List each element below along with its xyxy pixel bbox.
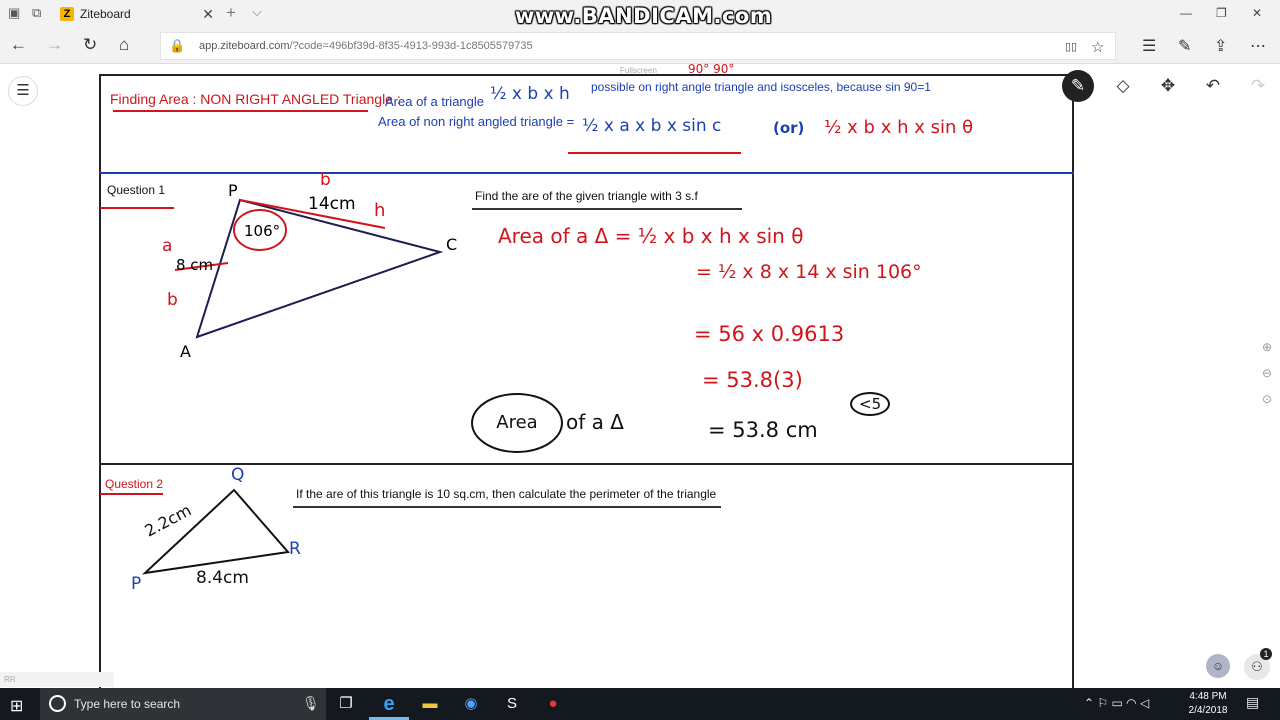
skype-icon[interactable]: S xyxy=(496,692,528,716)
side-pr-label: 8.4cm xyxy=(196,568,249,588)
new-tab-button[interactable]: + xyxy=(226,3,236,23)
side-b-mark: b xyxy=(167,290,178,310)
hub-icon[interactable]: ☰ xyxy=(1142,36,1156,56)
cortana-icon xyxy=(49,695,66,712)
undo-button[interactable]: ↶ xyxy=(1197,70,1229,102)
tab-preview-icon[interactable]: ⧉ xyxy=(32,5,41,21)
url-text[interactable]: app.ziteboard.com/?code=496bf39d-8f35-49… xyxy=(199,40,533,52)
back-icon[interactable]: ← xyxy=(10,35,27,55)
vertex-p-label: P xyxy=(131,574,142,594)
more-options-icon[interactable]: ⋯ xyxy=(1250,36,1266,56)
vertex-r-label: R xyxy=(289,539,301,559)
windows-start-icon[interactable]: ⊞ xyxy=(10,696,23,716)
area-note-rest: of a Δ xyxy=(566,410,624,434)
zoom-in-icon[interactable]: ⊕ xyxy=(1256,340,1278,360)
lock-icon: 🔒 xyxy=(169,38,186,53)
triangle-pac-diagram xyxy=(174,198,444,339)
vertex-p-label: P xyxy=(228,181,238,200)
side-a-mark: a xyxy=(162,236,173,256)
section-title: Finding Area : NON RIGHT ANGLED Triangle… xyxy=(110,91,401,107)
microphone-icon[interactable]: 🎙 xyxy=(302,695,320,712)
close-window-button[interactable]: ✕ xyxy=(1252,6,1262,20)
tab-manager-icon[interactable]: ▣ xyxy=(8,5,20,21)
windows-taskbar: ⊞ Type here to search 🎙 ❐ e ▬ ◉ S ● ⌃ ⚐ … xyxy=(0,688,1280,720)
browser-app-icon[interactable]: ◉ xyxy=(455,692,487,716)
user-avatar[interactable]: ☺ xyxy=(1206,654,1230,678)
zoom-fit-icon[interactable]: ⊖ xyxy=(1256,366,1278,386)
taskbar-search-box[interactable]: Type here to search 🎙 xyxy=(40,688,326,720)
taskbar-clock[interactable]: 4:48 PM 2/4/2018 xyxy=(1184,690,1232,718)
vertex-q-label: Q xyxy=(231,465,245,485)
eraser-tool-button[interactable]: ◇ xyxy=(1107,70,1139,102)
header-note: possible on right angle triangle and iso… xyxy=(591,80,931,94)
rounding-mark: <5 xyxy=(850,392,891,416)
or-label: (or) xyxy=(773,119,805,137)
web-notes-icon[interactable]: ✎ xyxy=(1178,36,1191,56)
ziteboard-logo-icon: Z xyxy=(60,7,74,21)
footer-label: RR xyxy=(0,672,114,687)
browser-nav-bar: ← → ↻ ⌂ 🔒 app.ziteboard.com/?code=496bf3… xyxy=(0,28,1280,64)
forward-icon[interactable]: → xyxy=(46,35,63,55)
tab-ziteboard[interactable]: Z Ziteboard ✕ xyxy=(52,0,220,28)
refresh-icon[interactable]: ↻ xyxy=(83,35,97,55)
close-icon[interactable]: ✕ xyxy=(202,6,214,23)
nonright-formula: ½ x a x b x sin c xyxy=(582,116,722,136)
whiteboard-page xyxy=(99,74,1074,694)
reading-view-icon[interactable]: ▯▯ xyxy=(1065,40,1077,53)
address-bar[interactable]: 🔒 app.ziteboard.com/?code=496bf39d-8f35-… xyxy=(160,32,1116,60)
minimize-button[interactable]: — xyxy=(1180,6,1192,20)
side-pc-label: 14cm xyxy=(308,194,356,214)
divider-line xyxy=(99,172,1074,174)
question-1-prompt: Find the are of the given triangle with … xyxy=(475,189,698,203)
chevron-down-icon[interactable]: ⌵ xyxy=(252,4,262,20)
bandicam-record-icon[interactable]: ● xyxy=(537,692,569,716)
solution-step-4: = 53.8(3) xyxy=(702,368,803,392)
search-placeholder: Type here to search xyxy=(74,697,181,711)
angle-label: 106° xyxy=(244,222,281,240)
move-tool-button[interactable]: ✥ xyxy=(1152,70,1184,102)
nonright-label: Area of non right angled triangle = xyxy=(378,114,575,129)
vertex-c-label: C xyxy=(446,235,458,254)
notification-icon[interactable]: ▤ xyxy=(1246,694,1259,711)
height-h-mark: h xyxy=(374,200,386,221)
browser-tab-bar: ▣ ⧉ Z Ziteboard ✕ + ⌵ www.BANDICAM.com —… xyxy=(0,0,1280,28)
side-b-mark-top: b xyxy=(320,170,331,190)
title-underline xyxy=(113,110,368,112)
participants-button[interactable]: ⚇ 1 xyxy=(1244,648,1272,680)
task-view-icon[interactable]: ❐ xyxy=(330,692,362,716)
bandicam-watermark: www.BANDICAM.com xyxy=(515,4,773,28)
clock-time: 4:48 PM xyxy=(1189,691,1227,702)
solution-step-1: Area of a Δ = ½ x b x h x sin θ xyxy=(498,224,804,248)
participants-count-badge: 1 xyxy=(1260,648,1272,660)
favorite-star-icon[interactable]: ☆ xyxy=(1091,38,1104,56)
share-icon[interactable]: ⇪ xyxy=(1214,36,1227,56)
people-icon: ⚇ xyxy=(1251,659,1263,674)
divider-line xyxy=(99,463,1074,465)
pen-tool-button[interactable]: ✎ xyxy=(1062,70,1094,102)
redo-button[interactable]: ↷ xyxy=(1242,70,1274,102)
solution-answer: = 53.8 cm xyxy=(708,418,818,442)
vertex-a-label: A xyxy=(180,342,191,361)
solution-step-3: = 56 x 0.9613 xyxy=(694,322,845,346)
question-2-prompt: If the are of this triangle is 10 sq.cm,… xyxy=(296,487,717,501)
menu-icon[interactable]: ☰ xyxy=(8,76,38,106)
home-icon[interactable]: ⌂ xyxy=(119,35,129,55)
area-label: Area of a triangle xyxy=(385,94,485,109)
prompt-underline xyxy=(472,208,742,210)
side-pa-label: 8 cm xyxy=(176,256,214,274)
restore-button[interactable]: ❐ xyxy=(1216,6,1227,20)
system-tray-icons[interactable]: ⌃ ⚐ ▭ ◠ ◁ xyxy=(1084,696,1149,710)
file-explorer-icon[interactable]: ▬ xyxy=(414,692,446,716)
formula-underline xyxy=(568,152,741,154)
header-note-marks: 90° 90° xyxy=(688,62,735,76)
tab-title: Ziteboard xyxy=(80,7,131,21)
prompt-underline xyxy=(293,506,721,508)
edge-browser-icon[interactable]: e xyxy=(373,692,405,716)
zoom-out-icon[interactable]: ⊙ xyxy=(1256,392,1278,412)
solution-step-2: = ½ x 8 x 14 x sin 106° xyxy=(696,261,922,283)
alt-formula: ½ x b x h x sin θ xyxy=(824,117,974,138)
clock-date: 2/4/2018 xyxy=(1188,705,1228,716)
area-formula: ½ x b x h xyxy=(490,84,570,104)
circled-area-note: Area xyxy=(471,393,563,453)
